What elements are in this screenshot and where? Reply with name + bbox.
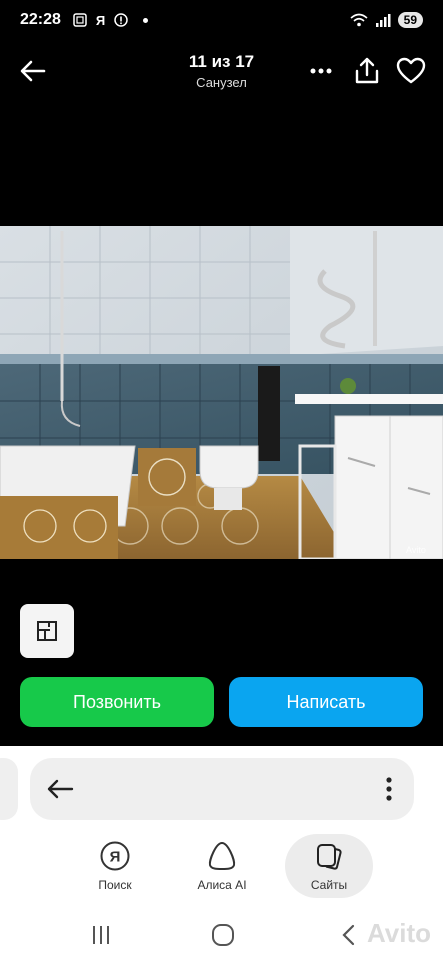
status-bar: 22:28 Я 59 (0, 0, 443, 40)
status-right: 59 (350, 12, 423, 28)
nav-search-label: Поиск (98, 878, 132, 892)
heart-icon[interactable] (396, 56, 426, 86)
signal-icon (375, 14, 391, 27)
screenshot-icon (73, 13, 87, 27)
status-time: 22:28 (20, 11, 61, 28)
browser-bottom-panel: Я Поиск Алиса AI Сайты Avito (0, 746, 443, 960)
floor-plan-icon (37, 621, 57, 641)
nav-sites-label: Сайты (310, 878, 348, 892)
nav-alice-label: Алиса AI (197, 878, 247, 892)
yandex-search-icon: Я (100, 841, 130, 871)
bathroom-photo[interactable]: Avito (0, 226, 443, 559)
share-icon[interactable] (352, 56, 382, 86)
nav-search[interactable]: Я Поиск (71, 834, 159, 898)
alice-icon (208, 841, 236, 870)
gallery-header: 11 из 17 Санузел (0, 40, 443, 102)
system-navigation-bar: Avito (0, 912, 443, 960)
photo-watermark: Avito (406, 545, 426, 555)
recent-apps-icon[interactable] (88, 922, 114, 948)
yandex-icon: Я (95, 12, 106, 28)
nav-sites[interactable]: Сайты (285, 834, 373, 898)
previous-tab-stub[interactable] (0, 758, 18, 820)
call-button[interactable]: Позвонить (20, 677, 214, 727)
tabs-icon (317, 844, 342, 870)
browser-address-bar[interactable] (30, 758, 414, 820)
more-dots-icon[interactable] (306, 56, 336, 86)
wifi-icon (350, 13, 368, 27)
browser-back-icon[interactable] (44, 774, 76, 804)
browser-menu-icon[interactable] (384, 774, 394, 804)
system-back-icon[interactable] (336, 922, 362, 948)
home-icon[interactable] (210, 922, 236, 948)
status-icons: Я (73, 12, 149, 28)
battery-badge: 59 (397, 12, 423, 28)
shield-icon (114, 13, 129, 27)
nav-alice[interactable]: Алиса AI (178, 834, 266, 898)
floor-plan-button[interactable] (20, 604, 74, 658)
write-message-button[interactable]: Написать (229, 677, 423, 727)
dot-icon (143, 17, 149, 23)
search-letter: Я (110, 849, 121, 866)
avito-watermark: Avito (366, 918, 431, 948)
